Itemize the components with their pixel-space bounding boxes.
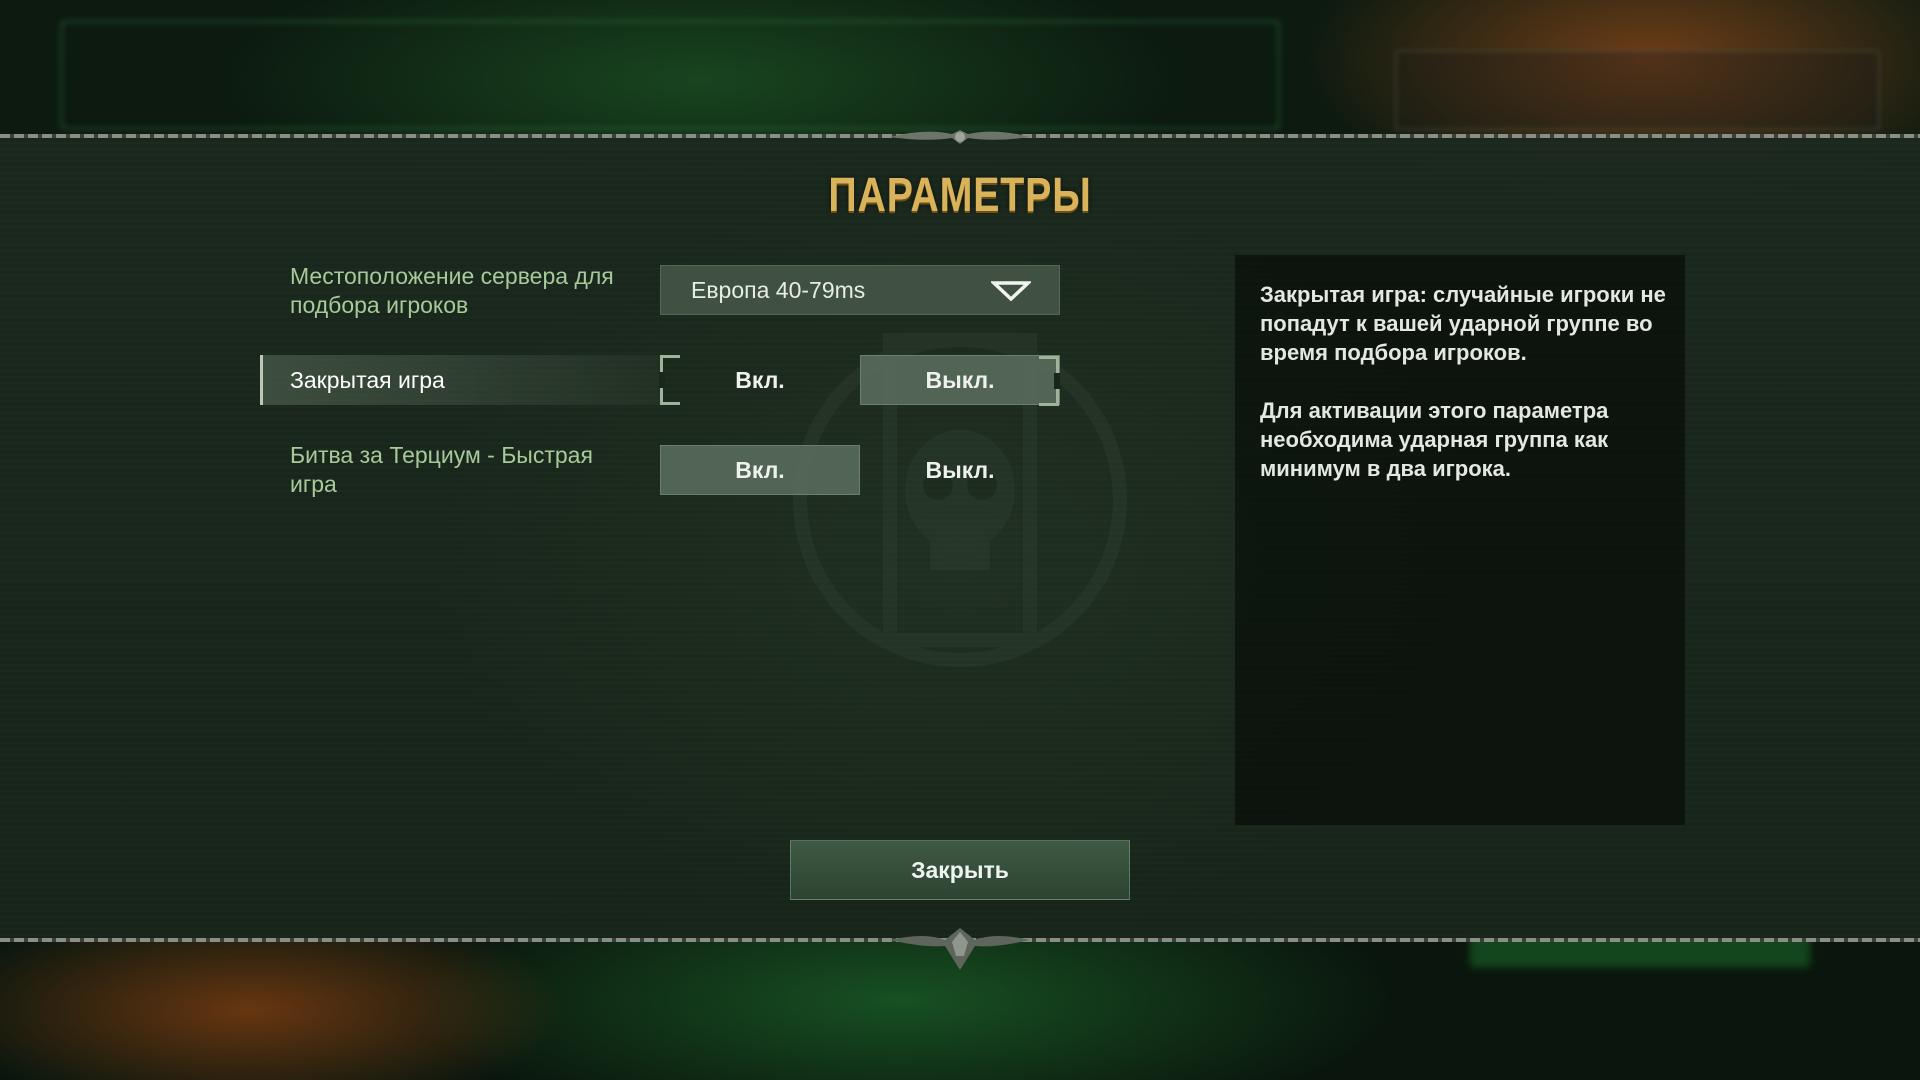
aquila-ornament-bottom-icon [890, 928, 1030, 970]
background-panel-blurred [60, 20, 1280, 130]
info-paragraph-1: Закрытая игра: случайные игроки не попад… [1260, 282, 1666, 365]
aquila-ornament-top-icon [890, 130, 1030, 144]
server-location-label: Местоположение сервера для подбора игрок… [290, 263, 614, 318]
focus-bracket-right [1039, 356, 1060, 406]
info-paragraph-2: Для активации этого параметра необходима… [1260, 398, 1609, 481]
closed-game-on-label: Вкл. [735, 366, 785, 393]
server-location-dropdown[interactable]: Европа 40-79ms [660, 265, 1060, 315]
focus-bracket-left [659, 355, 680, 405]
tertium-quickplay-label: Битва за Терциум - Быстрая игра [290, 442, 593, 497]
tertium-quickplay-off-button[interactable]: Выкл. [860, 445, 1060, 495]
close-button[interactable]: Закрыть [790, 840, 1130, 900]
tertium-quickplay-off-label: Выкл. [925, 456, 995, 483]
server-location-value: Европа 40-79ms [691, 276, 866, 303]
tertium-quickplay-on-button[interactable]: Вкл. [660, 445, 860, 495]
closed-game-off-button[interactable]: Выкл. [860, 355, 1060, 406]
tertium-quickplay-on-label: Вкл. [735, 456, 785, 483]
closed-game-on-button[interactable]: Вкл. [659, 355, 860, 405]
closed-game-off-label: Выкл. [925, 366, 995, 393]
closed-game-label: Закрытая игра [290, 367, 445, 393]
page-title: ПАРАМЕТРЫ [828, 169, 1092, 222]
info-description-box: Закрытая игра: случайные игроки не попад… [1235, 255, 1685, 825]
chevron-down-icon [991, 281, 1031, 302]
info-text: Закрытая игра: случайные игроки не попад… [1260, 280, 1670, 483]
background-card-blurred [1395, 50, 1880, 130]
